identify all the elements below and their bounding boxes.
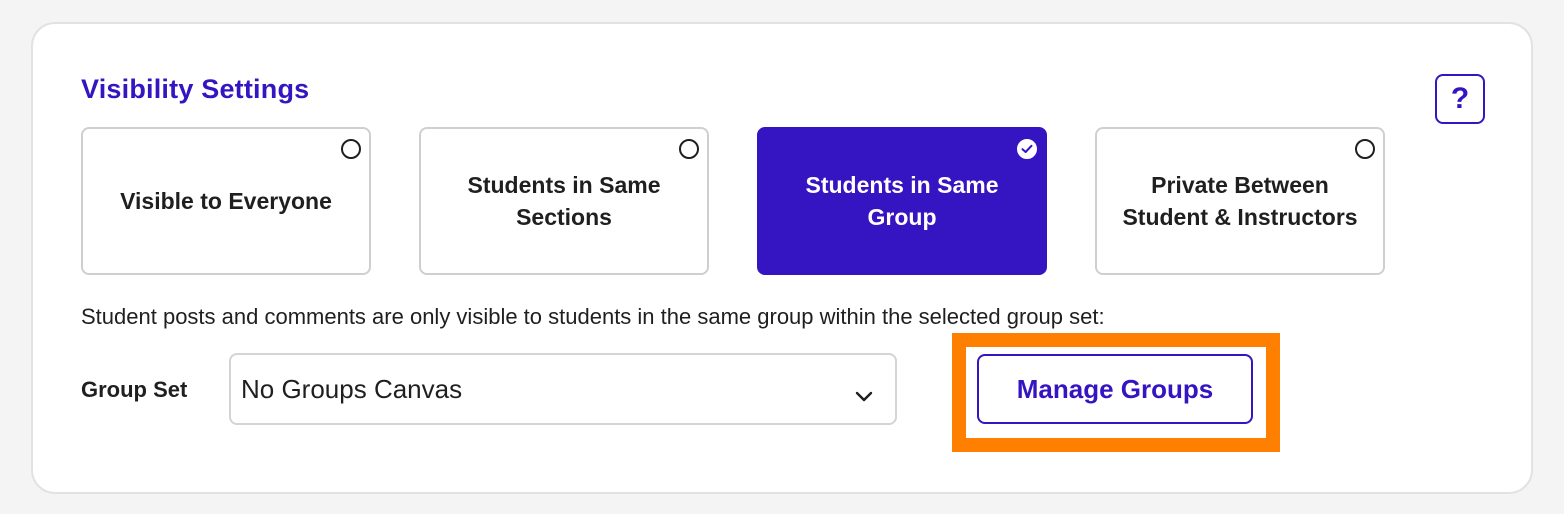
group-set-select[interactable]: No Groups Canvas [229,353,897,425]
option-label: Students in Same Group [805,172,999,230]
section-title: Visibility Settings [81,74,310,104]
option-private-student-instructors[interactable]: Private Between Student & Instructors [1095,127,1385,275]
manage-groups-button[interactable]: Manage Groups [977,354,1253,424]
chevron-down-icon [855,379,873,410]
option-students-same-group[interactable]: Students in Same Group [757,127,1047,275]
option-label: Private Between Student & Instructors [1122,172,1358,230]
radio-icon [679,139,699,159]
radio-icon [1355,139,1375,159]
option-students-same-sections[interactable]: Students in Same Sections [419,127,709,275]
group-set-value: No Groups Canvas [241,373,463,404]
radio-icon [341,139,361,159]
option-visible-to-everyone[interactable]: Visible to Everyone [81,127,371,275]
help-button[interactable]: ? [1435,74,1485,124]
option-label: Visible to Everyone [120,188,332,214]
group-set-label: Group Set [81,377,188,402]
question-icon: ? [1450,82,1470,115]
visibility-description: Student posts and comments are only visi… [81,304,1105,329]
visibility-settings-panel: Visibility Settings ? Visible to Everyon… [31,22,1533,494]
option-label: Students in Same Sections [467,172,661,230]
checkmark-icon [1017,139,1037,159]
